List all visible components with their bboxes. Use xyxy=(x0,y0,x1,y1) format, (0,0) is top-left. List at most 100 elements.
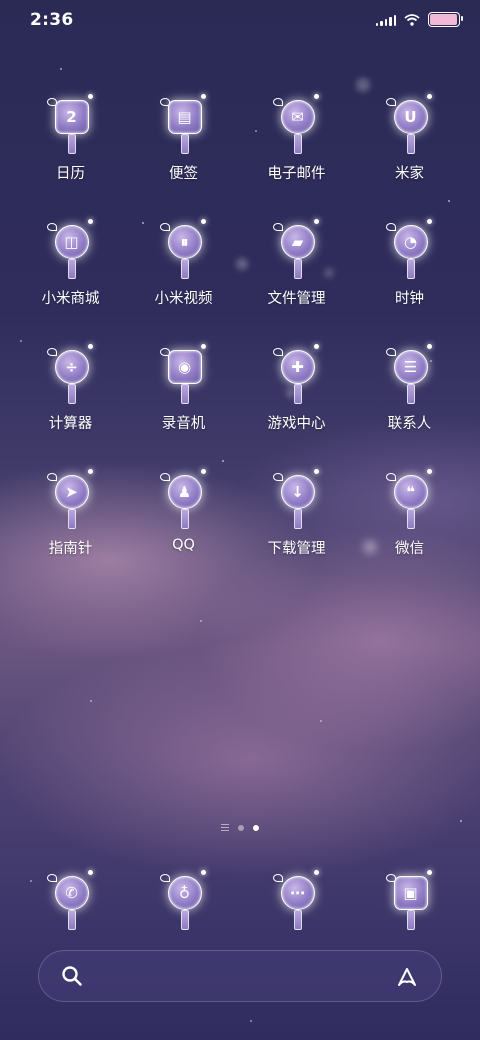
wifi-icon xyxy=(404,13,420,26)
app-icon-wrap: ⏸ xyxy=(154,217,214,283)
app-calculator[interactable]: ÷ 计算器 xyxy=(14,342,127,467)
sparkle-decoration xyxy=(87,469,93,474)
app-label: QQ xyxy=(172,537,195,553)
app-compass[interactable]: ➤ 指南针 xyxy=(14,467,127,592)
app-download-cloud[interactable]: ↓ 下载管理 xyxy=(240,467,353,592)
browser-planet-icon: ♁ xyxy=(167,876,202,910)
app-qq-penguin[interactable]: ♟ QQ xyxy=(127,467,240,592)
sparkle-decoration xyxy=(87,870,93,875)
app-folder[interactable]: ▰ 文件管理 xyxy=(240,217,353,342)
sparkle-decoration xyxy=(426,344,432,349)
app-video[interactable]: ⏸ 小米视频 xyxy=(127,217,240,342)
sparkle-decoration xyxy=(426,94,432,99)
sparkle-decoration xyxy=(200,870,206,875)
stick-decoration xyxy=(293,910,302,930)
stick-decoration xyxy=(293,134,302,154)
app-icon-wrap: ◔ xyxy=(380,217,440,283)
compass-icon: ➤ xyxy=(54,475,89,509)
stick-decoration xyxy=(67,259,76,279)
sparkle-decoration xyxy=(313,870,319,875)
status-bar: 2:36 xyxy=(0,0,480,40)
app-icon-wrap: ÷ xyxy=(41,342,101,408)
app-icon-wrap: U xyxy=(380,92,440,158)
app-store-bag[interactable]: ◫ 小米商城 xyxy=(14,217,127,342)
stick-decoration xyxy=(406,910,415,930)
bow-decoration xyxy=(159,874,170,882)
messages-icon: ⋯ xyxy=(280,876,315,910)
app-label: 电子邮件 xyxy=(267,166,326,182)
stick-decoration xyxy=(406,134,415,154)
app-grid: 2 日历 ▤ 便签 ✉ 电子邮件 U 米家 ◫ 小米商城 ⏸ 小米视频 ▰ 文件管理 ◔ 时钟 ÷ 计算器 ◉ 录音机… xyxy=(14,92,466,592)
email-icon: ✉ xyxy=(280,100,315,134)
qq-penguin-icon: ♟ xyxy=(167,475,202,509)
stick-decoration xyxy=(67,509,76,529)
sparkle-decoration xyxy=(87,219,93,224)
app-contacts[interactable]: ☰ 联系人 xyxy=(353,342,466,467)
app-icon-wrap: ✆ xyxy=(41,868,101,934)
app-label: 小米视频 xyxy=(154,291,213,307)
stick-decoration xyxy=(406,509,415,529)
app-icon-wrap: ◉ xyxy=(154,342,214,408)
bow-decoration xyxy=(385,348,396,356)
app-icon-wrap: ♟ xyxy=(154,467,214,533)
app-email[interactable]: ✉ 电子邮件 xyxy=(240,92,353,217)
app-label: 日历 xyxy=(56,166,85,182)
dock-app-gallery[interactable]: ▣ xyxy=(353,868,466,934)
stick-decoration xyxy=(180,910,189,930)
gallery-icon: ▣ xyxy=(393,876,428,910)
stick-decoration xyxy=(180,134,189,154)
app-mijia[interactable]: U 米家 xyxy=(353,92,466,217)
store-bag-icon: ◫ xyxy=(54,225,89,259)
stick-decoration xyxy=(67,910,76,930)
app-notes[interactable]: ▤ 便签 xyxy=(127,92,240,217)
bow-decoration xyxy=(272,348,283,356)
home-feed-indicator-icon xyxy=(221,824,229,831)
dock: ✆ ♁ ⋯ ▣ xyxy=(14,868,466,934)
battery-level xyxy=(430,14,457,25)
app-icon-wrap: ↓ xyxy=(267,467,327,533)
bow-decoration xyxy=(46,874,57,882)
app-icon-wrap: ▣ xyxy=(380,868,440,934)
video-icon: ⏸ xyxy=(167,225,202,259)
app-gamepad[interactable]: ✚ 游戏中心 xyxy=(240,342,353,467)
app-label: 文件管理 xyxy=(267,291,326,307)
sparkle-decoration xyxy=(426,870,432,875)
sparkle-decoration xyxy=(200,344,206,349)
page-dot-active xyxy=(253,824,259,831)
sparkle-decoration xyxy=(313,94,319,99)
stick-decoration xyxy=(293,509,302,529)
sparkle-decoration xyxy=(313,469,319,474)
contacts-icon: ☰ xyxy=(393,350,428,384)
app-label: 下载管理 xyxy=(267,541,326,557)
dock-app-phone[interactable]: ✆ xyxy=(14,868,127,934)
app-clock[interactable]: ◔ 时钟 xyxy=(353,217,466,342)
app-label: 便签 xyxy=(169,166,198,182)
search-icon[interactable] xyxy=(61,965,83,987)
app-calendar[interactable]: 2 日历 xyxy=(14,92,127,217)
search-bar[interactable] xyxy=(38,950,442,1002)
phone-icon: ✆ xyxy=(54,876,89,910)
sparkle-decoration xyxy=(426,219,432,224)
app-recorder[interactable]: ◉ 录音机 xyxy=(127,342,240,467)
app-icon-wrap: ◫ xyxy=(41,217,101,283)
app-icon-wrap: ▰ xyxy=(267,217,327,283)
dock-app-browser-planet[interactable]: ♁ xyxy=(127,868,240,934)
status-icons xyxy=(375,12,463,27)
page-dot xyxy=(238,824,244,831)
app-wechat[interactable]: ❝ 微信 xyxy=(353,467,466,592)
page-indicator[interactable] xyxy=(0,824,480,831)
mijia-icon: U xyxy=(393,100,428,134)
bow-decoration xyxy=(272,98,283,106)
ai-assistant-icon[interactable] xyxy=(395,965,419,989)
app-label: 联系人 xyxy=(387,416,432,432)
dock-app-messages[interactable]: ⋯ xyxy=(240,868,353,934)
bow-decoration xyxy=(385,223,396,231)
app-label: 小米商城 xyxy=(41,291,100,307)
sparkle-decoration xyxy=(200,469,206,474)
sparkle-decoration xyxy=(87,344,93,349)
stick-decoration xyxy=(180,509,189,529)
app-label: 指南针 xyxy=(48,541,93,557)
bow-decoration xyxy=(385,98,396,106)
bow-decoration xyxy=(159,473,170,481)
app-icon-wrap: ▤ xyxy=(154,92,214,158)
